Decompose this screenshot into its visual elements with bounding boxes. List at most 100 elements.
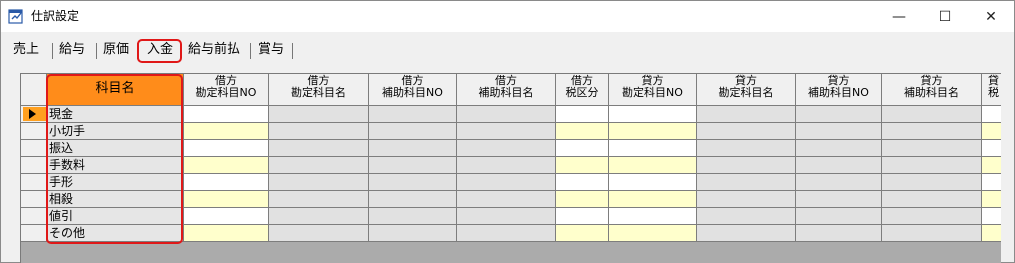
column-header-dr-main-name[interactable]: 借方 勘定科目名 [269,74,369,106]
tab-salary[interactable]: 給与 [55,39,89,61]
cell-dr-tax[interactable] [556,208,609,225]
cell-dr-main-name [269,106,369,123]
cell-dr-tax[interactable] [556,123,609,140]
column-header-line2: 補助科目名 [478,86,534,99]
cell-cr-sub [796,123,882,140]
column-header-line2: 補助科目名 [904,86,959,99]
cell-dr-tax[interactable] [556,174,609,191]
cell-dr-sub [369,208,457,225]
window-title: 仕訳設定 [31,9,80,23]
cell-dr-sub [369,140,457,157]
cell-cr-main-name [697,106,796,123]
column-header-dr-sub[interactable]: 借方 補助科目NO [369,74,457,106]
cell-dr-tax[interactable] [556,191,609,208]
maximize-button[interactable]: ☐ [922,1,968,32]
row-selector[interactable] [21,123,47,140]
tab-salary-advance[interactable]: 給与前払 [184,39,244,61]
cell-dr-main-name [269,191,369,208]
cell-dr-main[interactable] [184,225,269,242]
row-selector[interactable] [21,208,47,225]
minimize-button[interactable]: — [876,1,922,32]
cell-cr-tax[interactable] [982,123,1001,140]
row-selector[interactable] [21,106,47,123]
account-name-cell: 現金 [47,106,184,123]
cell-dr-tax[interactable] [556,140,609,157]
row-selector[interactable] [21,225,47,242]
row-selector[interactable] [21,140,47,157]
tab-divider [52,43,53,59]
tab-receipt[interactable]: 入金 [143,39,177,61]
row-selector[interactable] [21,157,47,174]
cell-cr-tax[interactable] [982,208,1001,225]
column-header-line2: 税区分 [565,86,599,99]
column-header-dr-main[interactable]: 借方 勘定科目NO [184,74,269,106]
cell-cr-main-name [697,191,796,208]
cell-dr-main-name [269,157,369,174]
cell-cr-main[interactable] [609,106,697,123]
column-header-label: 科目名 [95,81,135,96]
column-header-cr-sub-name[interactable]: 貸方 補助科目名 [882,74,982,106]
cell-cr-sub [796,208,882,225]
cell-cr-main[interactable] [609,208,697,225]
cell-cr-tax[interactable] [982,191,1001,208]
cell-dr-main[interactable] [184,123,269,140]
cell-cr-main[interactable] [609,191,697,208]
cell-dr-sub [369,106,457,123]
cell-cr-main[interactable] [609,123,697,140]
cell-dr-main[interactable] [184,106,269,123]
cell-cr-sub-name [882,140,982,157]
cell-dr-sub [369,174,457,191]
title-bar: 仕訳設定 — ☐ ✕ [1,1,1014,32]
cell-cr-tax[interactable] [982,225,1001,242]
row-selector[interactable] [21,174,47,191]
cell-dr-sub-name [457,225,556,242]
cell-dr-main[interactable] [184,140,269,157]
cell-dr-sub [369,191,457,208]
cell-dr-main-name [269,174,369,191]
cell-cr-main[interactable] [609,157,697,174]
cell-dr-main[interactable] [184,208,269,225]
journal-grid[interactable]: 科目名 借方 勘定科目NO 借方 勘定科目名 借方 補助科目NO 借方 補助科目名 借方 税区分 貸方… [20,73,1001,263]
tab-bonus[interactable]: 賞与 [254,39,288,61]
cell-dr-tax[interactable] [556,225,609,242]
app-icon [8,9,23,24]
cell-cr-tax[interactable] [982,174,1001,191]
column-header-cr-sub[interactable]: 貸方 補助科目NO [796,74,882,106]
cell-cr-sub-name [882,208,982,225]
cell-dr-main[interactable] [184,174,269,191]
column-header-dr-sub-name[interactable]: 借方 補助科目名 [457,74,556,106]
tab-divider [96,43,97,59]
cell-cr-main[interactable] [609,174,697,191]
column-header-cr-main-name[interactable]: 貸方 勘定科目名 [697,74,796,106]
column-header-line2: 勘定科目NO [622,86,683,99]
close-button[interactable]: ✕ [968,1,1014,32]
cell-dr-tax[interactable] [556,106,609,123]
cell-dr-main[interactable] [184,191,269,208]
cell-cr-tax[interactable] [982,157,1001,174]
cell-dr-sub [369,225,457,242]
cell-dr-sub [369,123,457,140]
cell-cr-main[interactable] [609,225,697,242]
cell-cr-tax[interactable] [982,106,1001,123]
column-header-cr-main[interactable]: 貸方 勘定科目NO [609,74,697,106]
row-selector[interactable] [21,191,47,208]
cell-cr-main[interactable] [609,140,697,157]
cell-cr-main-name [697,157,796,174]
cell-dr-main[interactable] [184,157,269,174]
column-header-line2: 勘定科目名 [718,86,774,99]
current-row-arrow-icon [29,109,36,119]
column-header-cr-tax[interactable]: 貸税 [982,74,1001,106]
cell-cr-tax[interactable] [982,140,1001,157]
cell-dr-sub-name [457,157,556,174]
cell-dr-sub-name [457,140,556,157]
cell-dr-sub-name [457,123,556,140]
tab-sales[interactable]: 売上 [9,39,43,61]
column-header-account-name[interactable]: 科目名 [47,74,184,106]
cell-dr-main-name [269,123,369,140]
tab-cost[interactable]: 原価 [99,39,133,61]
column-header-dr-tax[interactable]: 借方 税区分 [556,74,609,106]
cell-dr-main-name [269,225,369,242]
cell-dr-sub [369,157,457,174]
cell-cr-sub-name [882,174,982,191]
cell-dr-tax[interactable] [556,157,609,174]
